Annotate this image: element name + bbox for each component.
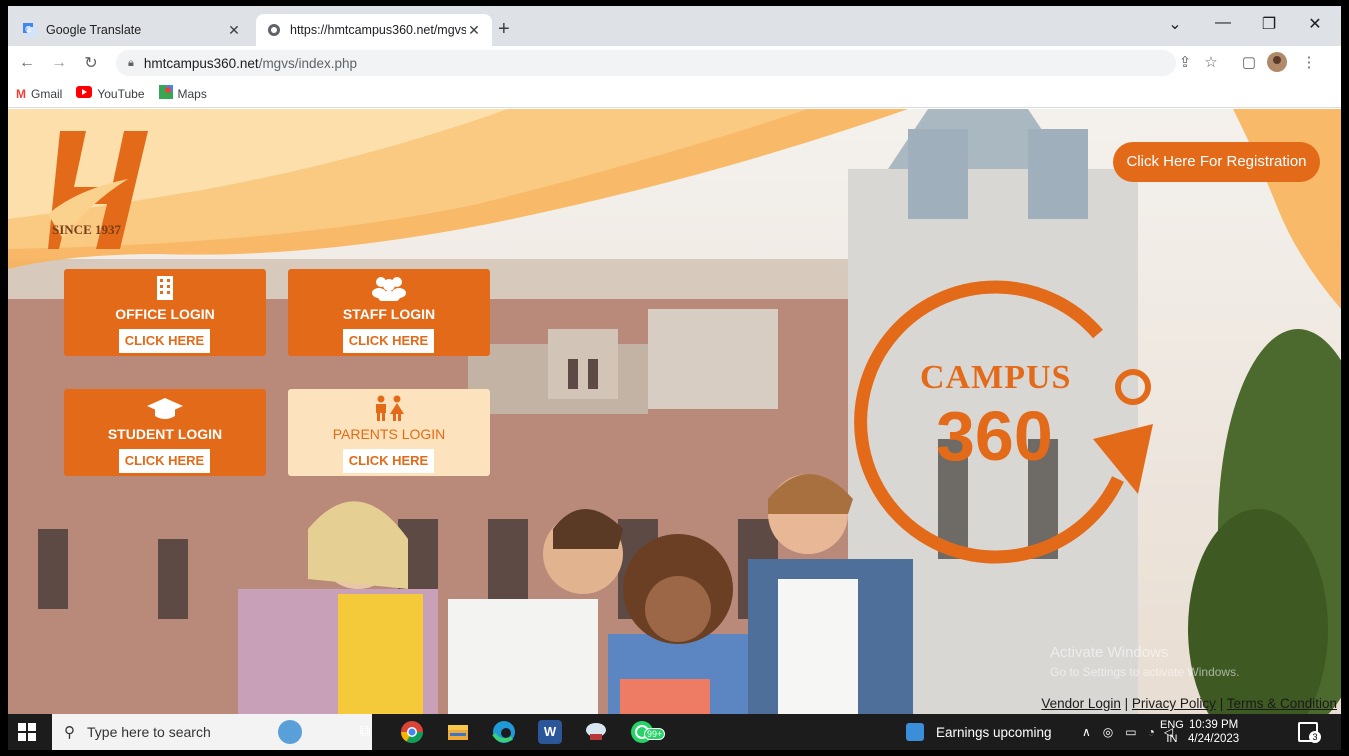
clock-date: 4/24/2023 [1188, 733, 1240, 745]
minimize-button[interactable]: — [1208, 14, 1238, 32]
battery-icon[interactable]: ▭ [1125, 725, 1136, 739]
watermark-title: Activate Windows [1050, 644, 1169, 661]
side-panel-icon[interactable]: ▢ [1238, 53, 1260, 71]
stock-chart-icon [906, 723, 924, 741]
search-highlight-icon[interactable] [278, 720, 302, 744]
lang-code: ENG [1160, 719, 1184, 731]
search-icon: ⚲ [64, 724, 75, 741]
bookmarks-bar: M Gmail YouTube Maps [8, 80, 1341, 108]
edge-icon[interactable] [492, 720, 516, 744]
chevron-up-icon[interactable]: ∧ [1082, 725, 1091, 739]
office-login-title: OFFICE LOGIN [115, 306, 215, 322]
file-explorer-icon[interactable] [446, 720, 470, 744]
bookmark-maps[interactable]: Maps [158, 85, 207, 102]
task-view-icon[interactable]: ⧉ [353, 720, 377, 744]
notification-count: 3 [1309, 731, 1321, 743]
wifi-icon[interactable]: ◔ [1148, 725, 1155, 739]
staff-login-card: STAFF LOGIN CLICK HERE [288, 269, 490, 356]
clock[interactable]: 10:39 PM 4/24/2023 [1188, 718, 1239, 746]
campus-word: CAMPUS [920, 359, 1072, 396]
activate-windows-watermark: Activate Windows Go to Settings to activ… [1050, 644, 1239, 679]
close-tab-icon[interactable]: ✕ [466, 22, 482, 39]
bookmark-label: YouTube [97, 86, 145, 101]
globe-icon [266, 22, 282, 38]
svg-text:G: G [25, 25, 31, 34]
taskbar-widget[interactable]: Earnings upcoming [906, 714, 1052, 750]
bookmark-youtube[interactable]: YouTube [76, 86, 145, 101]
student-login-title: STUDENT LOGIN [107, 426, 223, 442]
parents-login-title: PARENTS LOGIN [332, 426, 446, 442]
tab-search-icon[interactable]: ⌄ [1160, 14, 1190, 34]
tab-title: Google Translate [46, 23, 142, 37]
graduation-cap-icon [64, 393, 266, 423]
bookmark-label: Maps [177, 86, 207, 101]
screen: G Google Translate ✕ https://hmtcampus36… [8, 6, 1341, 750]
notification-icon[interactable]: 3 [1298, 722, 1321, 743]
staff-login-button[interactable]: CLICK HERE [343, 329, 434, 353]
share-icon[interactable]: ⇪ [1174, 53, 1196, 71]
chrome-icon[interactable] [400, 720, 424, 744]
tab-google-translate[interactable]: G Google Translate ✕ [12, 14, 252, 46]
office-login-button[interactable]: CLICK HERE [119, 329, 210, 353]
youtube-icon [76, 86, 93, 101]
privacy-policy-link[interactable]: Privacy Policy [1132, 696, 1216, 711]
tab-hmtcampus[interactable]: https://hmtcampus360.net/mgvs ✕ [256, 14, 492, 46]
profile-avatar[interactable] [1266, 52, 1288, 76]
restore-button[interactable]: ❐ [1254, 14, 1284, 34]
logo-since-text: SINCE 1937 [52, 222, 121, 237]
address-path: /mgvs/index.php [258, 55, 357, 71]
widget-text: Earnings upcoming [936, 724, 1052, 740]
new-tab-button[interactable]: + [498, 18, 510, 41]
taskbar-search[interactable]: ⚲ Type here to search [52, 714, 372, 750]
close-tab-icon[interactable]: ✕ [226, 22, 242, 39]
menu-kebab-icon[interactable]: ⋮ [1298, 53, 1320, 71]
footer-links: Vendor Login | Privacy Policy | Terms & … [1041, 696, 1337, 711]
whatsapp-icon[interactable]: 99+ [630, 720, 670, 744]
app-icon[interactable] [584, 720, 608, 744]
campus-number: 360 [936, 397, 1053, 475]
search-placeholder: Type here to search [87, 724, 211, 740]
users-icon [288, 273, 490, 303]
vendor-login-link[interactable]: Vendor Login [1041, 696, 1121, 711]
forward-arrow-icon[interactable]: → [46, 54, 72, 72]
parents-icon [288, 393, 490, 423]
word-icon[interactable]: W [538, 720, 562, 744]
tab-title: https://hmtcampus360.net/mgvs [290, 23, 466, 37]
bookmark-label: Gmail [31, 86, 63, 101]
translate-icon: G [22, 22, 38, 38]
back-arrow-icon[interactable]: ← [14, 54, 40, 72]
web-page: SINCE 1937 CAMPUS 360 Click Here For Reg… [8, 109, 1341, 714]
close-window-button[interactable]: ✕ [1300, 14, 1330, 34]
building-icon [64, 273, 266, 303]
network-icon[interactable]: ◎ [1103, 725, 1113, 739]
address-domain: hmtcampus360.net [143, 55, 259, 71]
bookmark-star-icon[interactable]: ☆ [1200, 53, 1222, 71]
whatsapp-badge: 99+ [644, 728, 666, 740]
terms-link[interactable]: Terms & Condition [1227, 696, 1337, 711]
gmail-icon: M [16, 86, 26, 101]
staff-login-title: STAFF LOGIN [342, 306, 436, 322]
region-code: IN [1166, 733, 1178, 745]
reload-icon[interactable]: ↻ [78, 53, 104, 73]
registration-button[interactable]: Click Here For Registration [1113, 142, 1320, 182]
language-indicator[interactable]: ENG IN [1160, 718, 1184, 746]
office-login-card: OFFICE LOGIN CLICK HERE [64, 269, 266, 356]
address-bar[interactable]: 🔒︎ hmtcampus360.net/mgvs/index.php [116, 50, 1176, 76]
parents-login-card: PARENTS LOGIN CLICK HERE [288, 389, 490, 476]
bookmark-gmail[interactable]: M Gmail [16, 87, 62, 101]
windows-taskbar: ⚲ Type here to search ⧉ W 99+ Earnings u… [8, 714, 1341, 750]
watermark-subtitle: Go to Settings to activate Windows. [1050, 665, 1240, 679]
student-login-card: STUDENT LOGIN CLICK HERE [64, 389, 266, 476]
maps-icon [158, 85, 173, 102]
clock-time: 10:39 PM [1188, 719, 1239, 731]
tab-strip: G Google Translate ✕ https://hmtcampus36… [8, 6, 1341, 46]
lock-icon: 🔒︎ [128, 56, 134, 69]
browser-toolbar: ← → ↻ 🔒︎ hmtcampus360.net/mgvs/index.php [8, 46, 1341, 80]
parents-login-button[interactable]: CLICK HERE [343, 449, 434, 473]
student-login-button[interactable]: CLICK HERE [119, 449, 210, 473]
windows-start-icon[interactable] [18, 723, 36, 741]
